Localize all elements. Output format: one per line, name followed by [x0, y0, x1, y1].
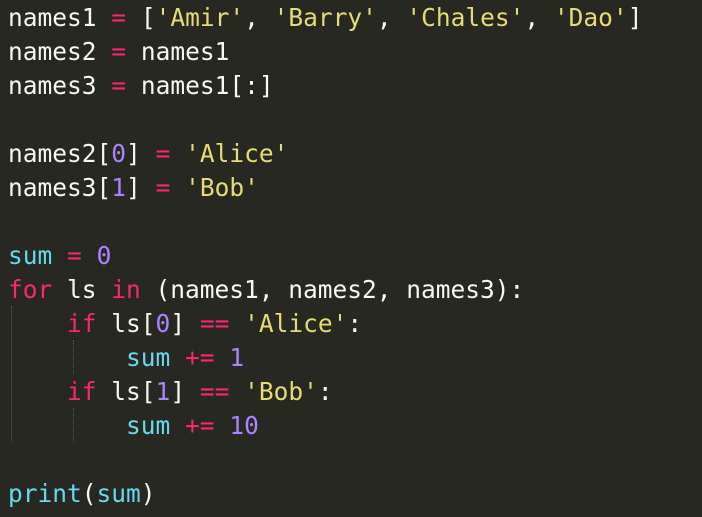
code-token-op: == [199, 309, 230, 338]
code-token-kw: for [8, 275, 53, 304]
code-token-num: 0 [111, 139, 127, 168]
code-token-op: = [111, 71, 127, 100]
code-token-str: 'Chales' [406, 3, 525, 32]
code-token-op: = [155, 139, 171, 168]
code-token-plain: ] [627, 3, 643, 32]
code-token-plain: names2 [8, 37, 97, 66]
code-token-builtin: print [8, 479, 82, 508]
code-token-plain: ] [170, 309, 186, 338]
code-token-plain: (names1, names2, names3): [140, 275, 525, 304]
code-token-builtin: sum [96, 479, 141, 508]
code-token-plain: names1 [140, 37, 230, 66]
code-token-num: 1 [155, 377, 171, 406]
code-token-plain: [ [140, 3, 156, 32]
code-token-builtin: sum [126, 411, 171, 440]
code-line[interactable]: for ls in (names1, names2, names3): [8, 273, 524, 307]
code-token-plain: ls [52, 275, 112, 304]
code-token-plain: ] [126, 173, 141, 202]
code-token-plain: , [244, 3, 274, 32]
code-token-str: 'Bob' [185, 173, 259, 202]
code-token-op: = [111, 37, 127, 66]
code-token-builtin: sum [8, 241, 53, 270]
code-token-plain: ( [81, 479, 97, 508]
code-token-plain: names3[ [8, 173, 112, 202]
code-token-plain: : [317, 377, 333, 406]
code-token-op: += [185, 411, 215, 440]
code-token-op: = [67, 241, 82, 270]
code-token-str: 'Dao' [553, 3, 628, 32]
code-token-plain: : [347, 309, 363, 338]
code-line[interactable]: if ls[1] == 'Bob': [8, 375, 333, 409]
code-token-kw: in [111, 275, 141, 304]
indent-guide-if-block-2 [73, 408, 74, 442]
code-token-plain: ls[ [96, 377, 156, 406]
code-token-plain: ) [140, 479, 156, 508]
code-token-op: = [155, 173, 171, 202]
code-token-op: += [185, 343, 215, 372]
code-line[interactable]: if ls[0] == 'Alice': [8, 307, 362, 341]
code-token-str: 'Amir' [155, 3, 245, 32]
code-token-num: 0 [96, 241, 112, 270]
code-token-builtin: sum [126, 343, 171, 372]
code-line[interactable]: sum = 0 [8, 239, 111, 273]
code-line[interactable]: sum += 10 [8, 409, 259, 443]
code-editor[interactable]: names1 = ['Amir', 'Barry', 'Chales', 'Da… [0, 0, 702, 517]
code-token-num: 10 [229, 411, 259, 440]
code-token-plain: , [524, 3, 554, 32]
code-token-str: 'Bob' [244, 377, 318, 406]
code-token-op: = [111, 3, 127, 32]
code-token-op: == [199, 377, 230, 406]
indent-guide-for-block [11, 306, 12, 442]
code-token-str: 'Alice' [185, 139, 289, 168]
code-token-str: 'Barry' [273, 3, 377, 32]
code-line[interactable]: names3 = names1[:] [8, 69, 274, 103]
code-token-num: 1 [111, 173, 127, 202]
code-token-plain: names1[:] [140, 71, 274, 100]
code-line[interactable]: names2[0] = 'Alice' [8, 137, 288, 171]
code-token-plain: names3 [8, 71, 97, 100]
code-token-num: 1 [229, 343, 245, 372]
code-token-plain: ] [170, 377, 186, 406]
code-token-kw: if [67, 377, 97, 406]
code-token-num: 0 [155, 309, 171, 338]
code-token-plain: , [376, 3, 407, 32]
code-line[interactable]: print(sum) [8, 477, 156, 511]
code-token-str: 'Alice' [244, 309, 348, 338]
code-token-plain: names1 [8, 3, 97, 32]
code-line[interactable]: names2 = names1 [8, 35, 229, 69]
indent-guide-if-block-1 [73, 340, 74, 374]
code-line[interactable]: names1 = ['Amir', 'Barry', 'Chales', 'Da… [8, 1, 642, 35]
code-token-plain: names2[ [8, 139, 112, 168]
code-line[interactable]: sum += 1 [8, 341, 244, 375]
code-token-plain: ls[ [96, 309, 156, 338]
code-token-plain: ] [126, 139, 141, 168]
code-line[interactable]: names3[1] = 'Bob' [8, 171, 259, 205]
code-token-kw: if [67, 309, 97, 338]
